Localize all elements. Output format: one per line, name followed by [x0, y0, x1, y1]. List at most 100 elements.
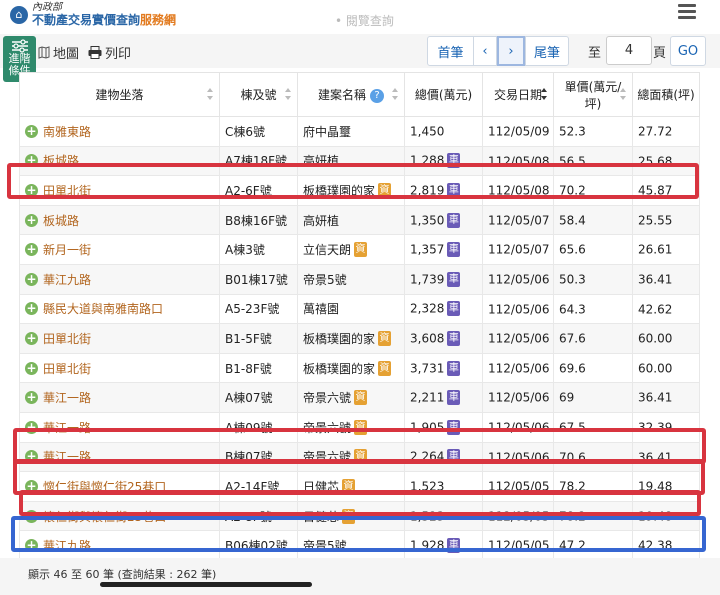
column-header-unit[interactable]: 棟及號 [219, 72, 298, 117]
prev-page-button[interactable]: ‹ [473, 36, 497, 66]
table-row[interactable]: + 田單北街 B1-5F號 板橋璞園的家資 3,608 車 112/05/06 67.6 60.… [19, 323, 700, 354]
location-link[interactable]: 縣民大道與南雅南路口 [43, 302, 163, 316]
location-link[interactable]: 懷仁街與懷仁街25巷口 [43, 510, 166, 524]
expand-plus-icon[interactable]: + [25, 183, 38, 197]
table-row[interactable]: + 華江九路 B06棟02號 帝景5號 1,928 車 112/05/05 47.2 42.38 [19, 530, 700, 561]
last-page-button[interactable]: 尾筆 [525, 36, 569, 66]
table-row[interactable]: + 田單北街 A2-6F號 板橋璞園的家資 2,819 車 112/05/08 70.2 45.… [19, 175, 700, 206]
expand-plus-icon[interactable]: + [25, 213, 38, 227]
table-row[interactable]: + 華江一路 B棟07號 帝景六號資 2,264 車 112/05/06 70.6 36.41 [19, 441, 700, 473]
location-link[interactable]: 華江九路 [43, 273, 91, 287]
site-logo[interactable]: ⌂ 內政部 不動產交易實價查詢服務網 [10, 2, 176, 27]
expand-plus-icon[interactable]: + [25, 391, 38, 405]
location-link[interactable]: 田單北街 [43, 184, 91, 198]
expand-plus-icon[interactable]: + [25, 124, 38, 138]
cell-location[interactable]: + 華江九路 [19, 530, 220, 561]
column-header-project[interactable]: 建案名稱? [297, 72, 405, 117]
column-header-location[interactable]: 建物坐落 [19, 72, 220, 117]
location-link[interactable]: 田單北街 [43, 362, 91, 376]
info-badge-icon[interactable]: 資 [354, 390, 368, 406]
go-button[interactable]: GO [670, 36, 706, 66]
parking-badge-icon[interactable]: 車 [447, 360, 461, 376]
parking-badge-icon[interactable]: 車 [447, 182, 461, 198]
parking-badge-icon[interactable]: 車 [447, 212, 461, 228]
cell-location[interactable]: + 板城路 [19, 145, 220, 177]
location-link[interactable]: 南雅東路 [43, 125, 91, 139]
table-row[interactable]: + 華江一路 A棟07號 帝景六號資 2,211 車 112/05/06 69 36.41 [19, 382, 700, 413]
cell-location[interactable]: + 田單北街 [19, 323, 220, 354]
parking-badge-icon[interactable]: 車 [447, 419, 461, 435]
expand-plus-icon[interactable]: + [25, 243, 38, 257]
first-page-button[interactable]: 首筆 [427, 36, 474, 66]
hamburger-menu-icon[interactable] [678, 4, 696, 20]
parking-badge-icon[interactable]: 車 [447, 301, 461, 317]
expand-plus-icon[interactable]: + [25, 479, 38, 493]
info-badge-icon[interactable]: 資 [342, 478, 356, 494]
parking-badge-icon[interactable]: 車 [447, 330, 461, 346]
location-link[interactable]: 華江一路 [43, 421, 91, 435]
expand-plus-icon[interactable]: + [25, 509, 38, 523]
table-row[interactable]: + 南雅東路 C棟6號 府中晶璽 1,450 112/05/09 52.3 27.72 [19, 116, 700, 147]
info-badge-icon[interactable]: 資 [378, 182, 392, 198]
parking-badge-icon[interactable]: 車 [447, 242, 461, 258]
sort-icon[interactable] [392, 88, 399, 100]
parking-badge-icon[interactable]: 車 [447, 538, 461, 554]
cell-location[interactable]: + 新月一街 [19, 234, 220, 265]
location-link[interactable]: 華江一路 [43, 391, 91, 405]
cell-location[interactable]: + 田單北街 [19, 352, 220, 384]
cell-location[interactable]: + 板城路 [19, 204, 220, 236]
cell-location[interactable]: + 懷仁街與懷仁街25巷口 [19, 500, 220, 532]
info-badge-icon[interactable]: 資 [342, 508, 356, 524]
sort-icon[interactable] [285, 88, 292, 100]
table-row[interactable]: + 懷仁街與懷仁街25巷口 A2-8F號 日健芯資 1,523 112/05/05 78.2… [19, 500, 700, 532]
table-row[interactable]: + 華江九路 B01棟17號 帝景5號 1,739 車 112/05/06 50.3 36.41 [19, 263, 700, 295]
table-row[interactable]: + 板城路 A7棟18F號 高妍植 1,288 車 112/05/08 56.5 25.68 [19, 145, 700, 177]
info-badge-icon[interactable]: 資 [354, 242, 368, 258]
next-page-button[interactable]: › [497, 36, 525, 66]
table-row[interactable]: + 新月一街 A棟3號 立信天朗資 1,357 車 112/05/07 65.6 26.61 [19, 234, 700, 265]
info-badge-icon[interactable]: 資 [354, 449, 368, 465]
print-link[interactable]: 列印 [88, 43, 131, 62]
expand-plus-icon[interactable]: + [25, 420, 38, 434]
table-row[interactable]: + 華江一路 A棟09號 帝景六號資 1,905 車 112/05/06 67.5 32.39 [19, 411, 700, 443]
cell-location[interactable]: + 華江九路 [19, 263, 220, 295]
location-link[interactable]: 田單北街 [43, 332, 91, 346]
cell-location[interactable]: + 華江一路 [19, 441, 220, 473]
help-icon[interactable]: ? [370, 88, 384, 103]
expand-plus-icon[interactable]: + [25, 331, 38, 345]
sort-icon[interactable] [207, 88, 214, 100]
parking-badge-icon[interactable]: 車 [447, 153, 461, 169]
table-row[interactable]: + 田單北街 B1-8F號 板橋璞園的家資 3,731 車 112/05/06 69.6 60.… [19, 352, 700, 384]
info-badge-icon[interactable]: 資 [378, 360, 392, 376]
parking-badge-icon[interactable]: 車 [447, 449, 461, 465]
expand-plus-icon[interactable]: + [25, 361, 38, 375]
info-badge-icon[interactable]: 資 [378, 330, 392, 346]
expand-plus-icon[interactable]: + [25, 302, 38, 316]
location-link[interactable]: 懷仁街與懷仁街25巷口 [43, 480, 166, 494]
cell-location[interactable]: + 南雅東路 [19, 116, 220, 147]
cell-location[interactable]: + 華江一路 [19, 382, 220, 413]
location-link[interactable]: 板城路 [43, 214, 79, 228]
expand-plus-icon[interactable]: + [25, 272, 38, 286]
column-header-unit-price[interactable]: 單價(萬元/坪) [553, 72, 633, 117]
table-row[interactable]: + 板城路 B8棟16F號 高妍植 1,350 車 112/05/07 58.4 25.55 [19, 204, 700, 236]
cell-location[interactable]: + 田單北街 [19, 175, 220, 206]
parking-badge-icon[interactable]: 車 [447, 390, 461, 406]
sort-icon[interactable] [620, 88, 627, 100]
sort-desc-icon[interactable] [541, 88, 548, 100]
cell-location[interactable]: + 華江一路 [19, 411, 220, 443]
cell-location[interactable]: + 懷仁街與懷仁街25巷口 [19, 471, 220, 502]
map-link[interactable]: 地圖 [38, 43, 79, 62]
table-row[interactable]: + 懷仁街與懷仁街25巷口 A2-14F號 日健芯資 1,523 112/05/05 78.… [19, 471, 700, 502]
column-header-area[interactable]: 總面積(坪) [632, 72, 700, 117]
expand-plus-icon[interactable]: + [25, 154, 38, 168]
column-header-total-price[interactable]: 總價(萬元) [404, 72, 483, 117]
location-link[interactable]: 華江一路 [43, 450, 91, 464]
info-badge-icon[interactable]: 資 [354, 419, 368, 435]
cell-location[interactable]: + 縣民大道與南雅南路口 [19, 293, 220, 325]
parking-badge-icon[interactable]: 車 [447, 271, 461, 287]
expand-plus-icon[interactable]: + [25, 450, 38, 464]
location-link[interactable]: 板城路 [43, 154, 79, 168]
table-row[interactable]: + 縣民大道與南雅南路口 A5-23F號 萬禧園 2,328 車 112/05/06 64.3… [19, 293, 700, 325]
column-header-date[interactable]: 交易日期 [482, 72, 554, 117]
